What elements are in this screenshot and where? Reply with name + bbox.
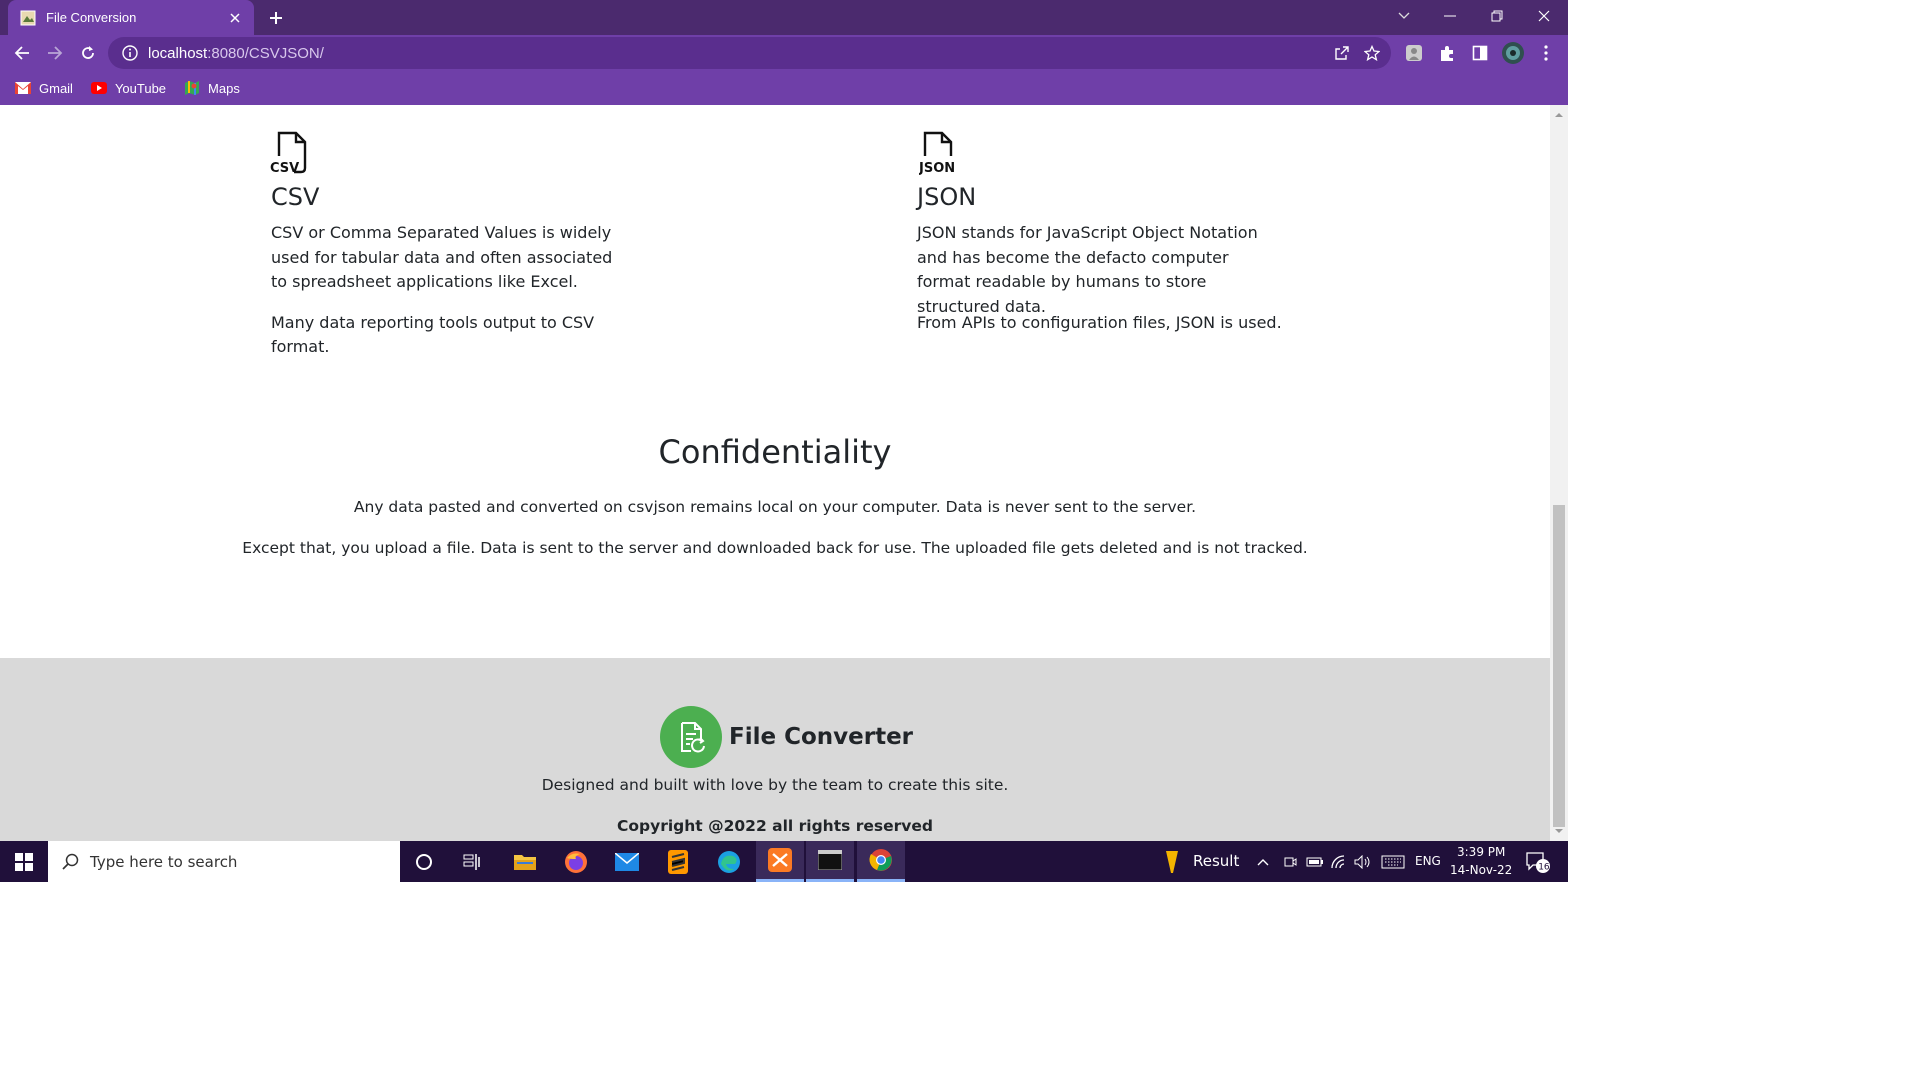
clock-date[interactable]: 14-Nov-22	[1450, 863, 1512, 877]
json-description: JSON stands for JavaScript Object Notati…	[917, 223, 1258, 316]
extensions-puzzle-icon[interactable]	[1434, 40, 1460, 66]
favicon-icon	[20, 10, 36, 25]
search-placeholder: Type here to search	[90, 852, 238, 871]
clock-time[interactable]: 3:39 PM	[1457, 845, 1505, 859]
confidentiality-title: Confidentiality	[658, 433, 892, 471]
chrome-icon[interactable]	[857, 841, 905, 882]
file-explorer-icon[interactable]	[501, 841, 549, 882]
language-indicator[interactable]: ENG	[1415, 854, 1441, 868]
wifi-icon[interactable]	[1326, 841, 1352, 882]
extension-icon[interactable]	[1401, 40, 1427, 66]
new-tab-icon[interactable]	[264, 6, 288, 30]
windows-taskbar: Type here to search Result ENG 3:39 PM 1…	[0, 841, 1568, 882]
file-converter-logo-icon	[660, 706, 722, 768]
reload-icon[interactable]	[75, 40, 101, 66]
site-footer: File Converter Designed and built with l…	[0, 658, 1550, 841]
edge-icon[interactable]	[705, 841, 753, 882]
profile-avatar-icon[interactable]	[1500, 40, 1526, 66]
url-text: localhost:8080/CSVJSON/	[148, 45, 1327, 62]
result-label[interactable]: Result	[1193, 852, 1239, 870]
tab-file-conversion[interactable]: File Conversion	[8, 0, 254, 35]
close-tab-icon[interactable]	[226, 9, 244, 27]
url-host: localhost	[148, 44, 208, 62]
bookmark-maps[interactable]: Maps	[184, 80, 240, 96]
meet-now-icon[interactable]	[1277, 841, 1303, 882]
share-icon[interactable]	[1327, 38, 1357, 68]
json-title: JSON	[917, 183, 977, 211]
volume-icon[interactable]	[1350, 841, 1376, 882]
task-view-icon[interactable]	[449, 841, 497, 882]
site-info-icon[interactable]	[121, 44, 139, 62]
browser-menu-icon[interactable]	[1533, 40, 1559, 66]
csv-title: CSV	[271, 183, 320, 211]
mail-icon[interactable]	[603, 841, 651, 882]
xampp-icon[interactable]	[756, 841, 804, 882]
scrollbar-thumb[interactable]	[1553, 505, 1565, 827]
url-path: :8080/CSVJSON/	[207, 44, 324, 62]
json-file-icon: JSON	[919, 131, 955, 176]
tray-chevron-icon[interactable]	[1250, 841, 1276, 882]
sublime-text-icon[interactable]	[654, 841, 702, 882]
footer-copyright: Copyright @2022 all rights reserved	[616, 817, 933, 835]
firefox-icon[interactable]	[552, 841, 600, 882]
search-icon	[62, 853, 79, 870]
page-viewport: CSV CSV CSV or Comma Separated Values is…	[0, 105, 1550, 841]
keyboard-icon[interactable]	[1378, 841, 1408, 882]
notification-center-icon[interactable]: 16	[1516, 841, 1560, 882]
bookmark-star-icon[interactable]	[1357, 38, 1387, 68]
result-app-icon[interactable]	[1150, 841, 1194, 882]
json-icon-label: JSON	[919, 161, 955, 176]
notification-count: 16	[1538, 862, 1550, 872]
youtube-icon	[90, 82, 107, 94]
csv-icon-label: CSV	[270, 161, 299, 176]
close-window-icon[interactable]	[1521, 0, 1567, 32]
csv-file-icon: CSV	[270, 131, 307, 176]
cortana-icon[interactable]	[400, 841, 448, 882]
gmail-icon	[15, 82, 31, 94]
confidentiality-paragraph-2: Except that, you upload a file. Data is …	[242, 539, 1308, 557]
windows-start-icon[interactable]	[0, 841, 48, 882]
taskbar-search-box[interactable]: Type here to search	[48, 841, 400, 882]
battery-icon[interactable]	[1302, 841, 1328, 882]
address-bar[interactable]: localhost:8080/CSVJSON/	[108, 37, 1391, 69]
page-scrollbar[interactable]	[1550, 105, 1568, 841]
bookmark-youtube[interactable]: YouTube	[90, 80, 167, 96]
bookmark-label: Gmail	[39, 80, 73, 96]
footer-brand-name: File Converter	[729, 724, 914, 750]
scroll-down-arrow-icon[interactable]	[1554, 826, 1564, 836]
minimize-icon[interactable]	[1427, 0, 1473, 32]
bookmark-label: YouTube	[114, 80, 167, 96]
browser-toolbar: localhost:8080/CSVJSON/	[0, 35, 1568, 71]
side-panel-icon[interactable]	[1467, 40, 1493, 66]
bookmarks-bar: Gmail YouTube Maps	[0, 71, 1568, 105]
bookmark-label: Maps	[208, 80, 240, 96]
tab-title: File Conversion	[46, 10, 137, 25]
forward-icon[interactable]	[42, 40, 68, 66]
tab-search-icon[interactable]	[1381, 0, 1427, 32]
csv-description: CSV or Comma Separated Values is widely …	[271, 223, 613, 291]
terminal-icon[interactable]	[806, 841, 854, 882]
tab-strip: File Conversion	[0, 0, 1568, 35]
bookmark-gmail[interactable]: Gmail	[15, 81, 73, 96]
scroll-up-arrow-icon[interactable]	[1554, 110, 1564, 120]
json-note: From APIs to configuration files, JSON i…	[917, 313, 1282, 332]
footer-tagline: Designed and built with love by the team…	[541, 776, 1009, 794]
back-icon[interactable]	[9, 40, 35, 66]
confidentiality-paragraph-1: Any data pasted and converted on csvjson…	[353, 498, 1197, 516]
restore-icon[interactable]	[1474, 0, 1520, 32]
maps-icon	[185, 81, 200, 95]
csv-note: Many data reporting tools output to CSV …	[271, 313, 595, 356]
footer-brand[interactable]: File Converter	[660, 706, 913, 768]
